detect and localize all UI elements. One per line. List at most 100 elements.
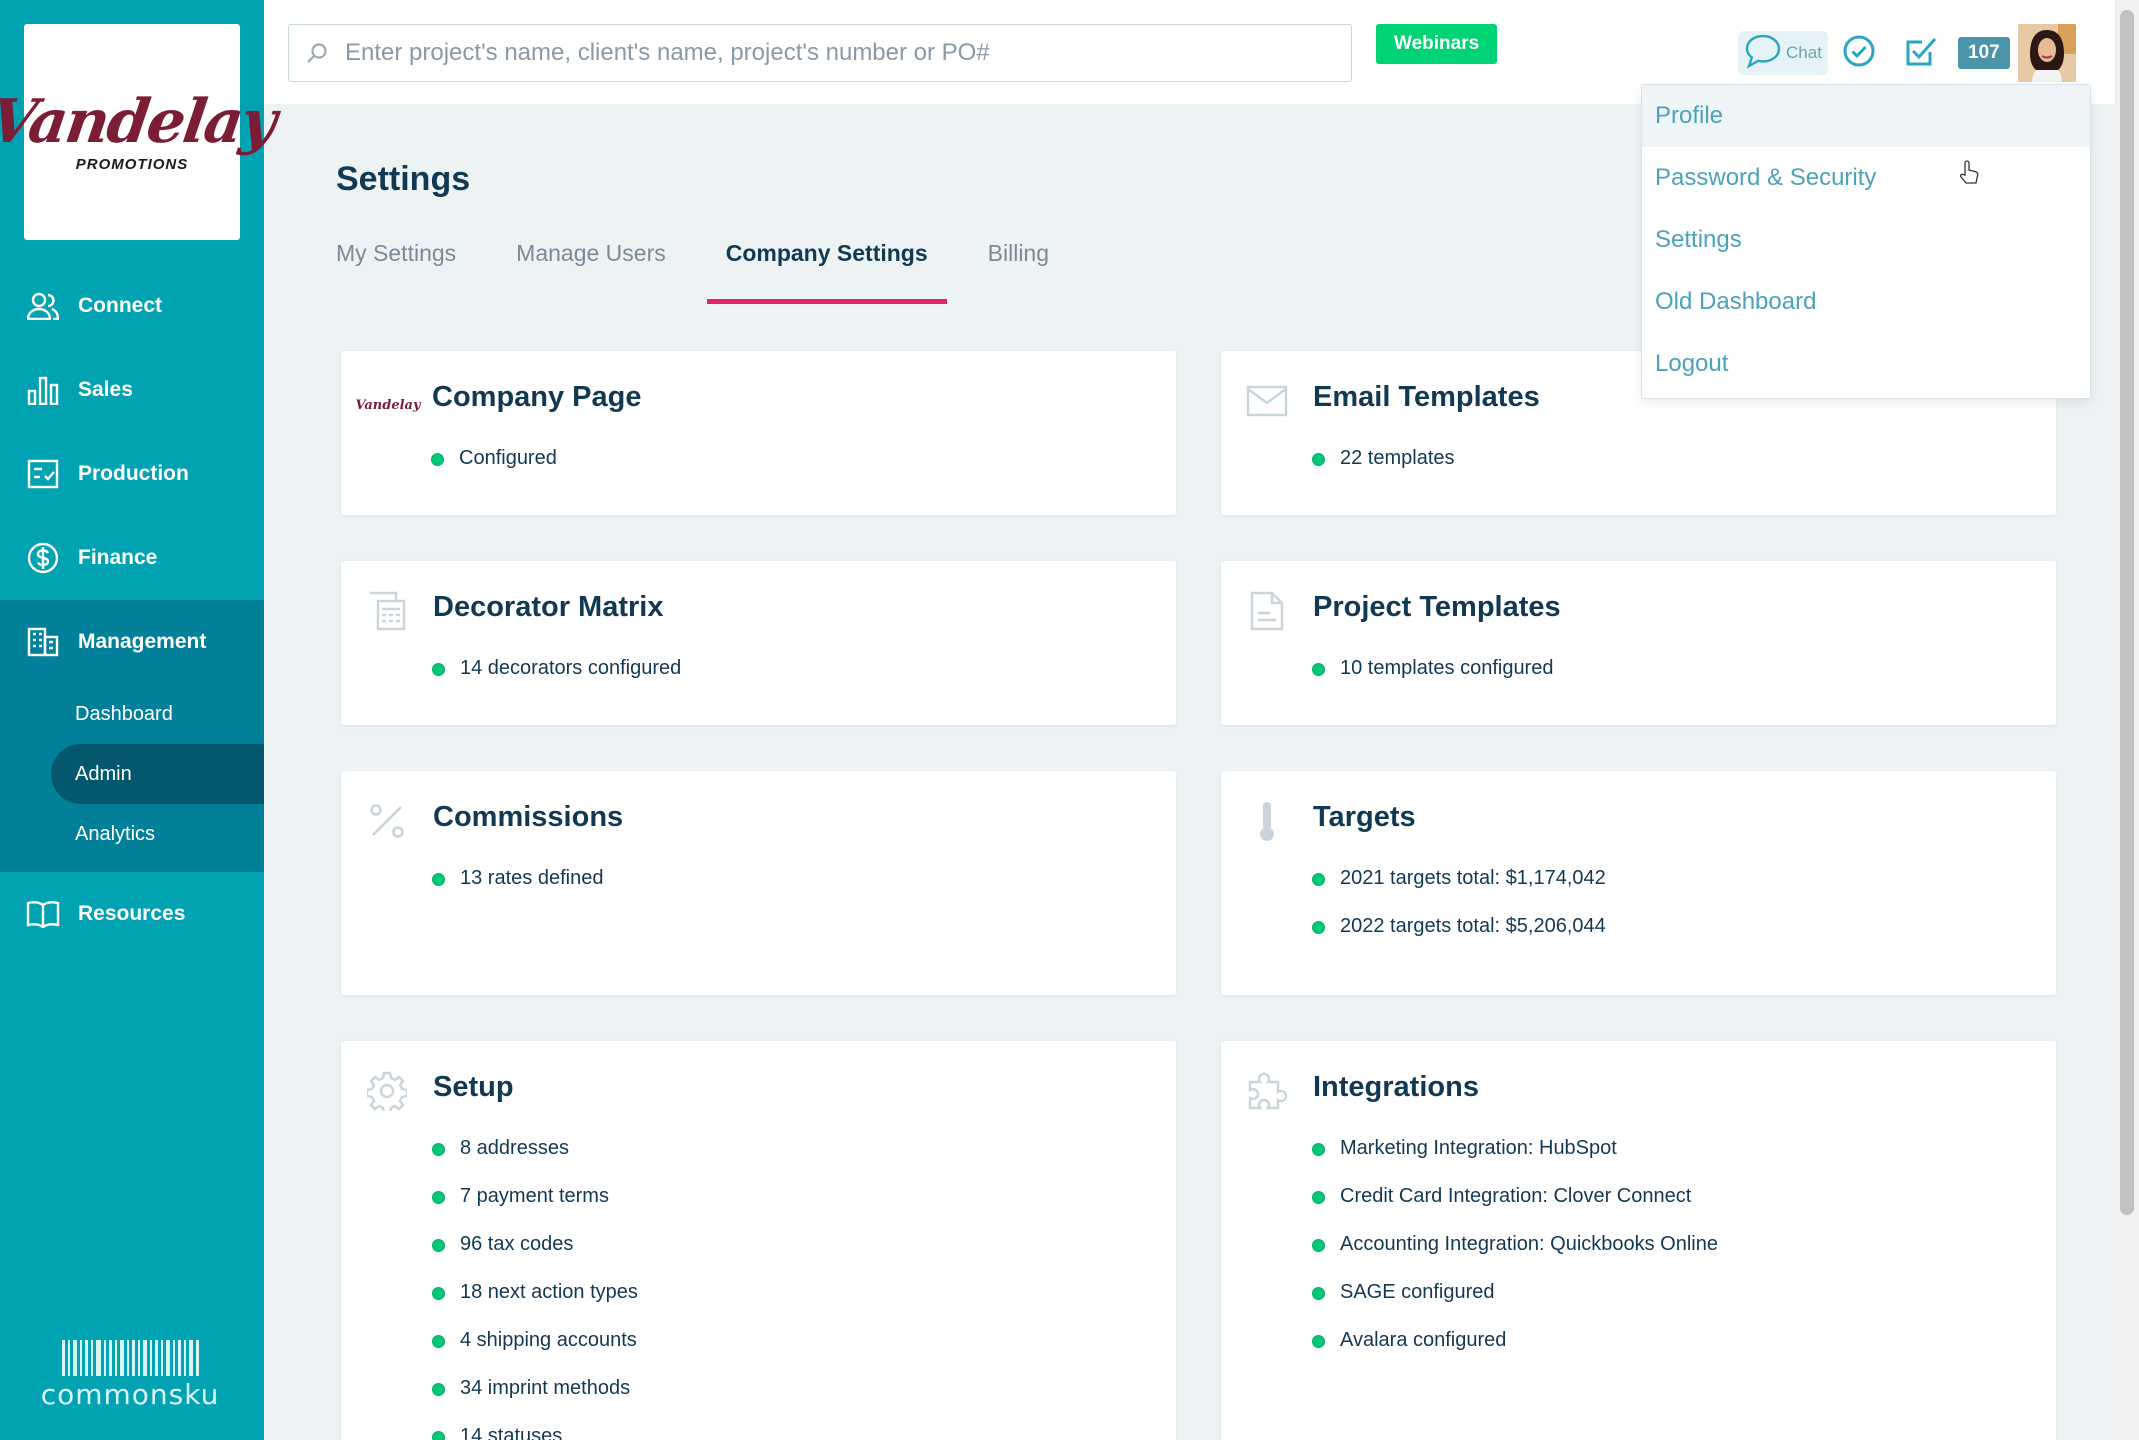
company-page-card[interactable]: Vandelay Company Page Configured — [341, 351, 1176, 515]
sidebar-item-resources[interactable]: Resources — [0, 872, 264, 956]
main-nav: Connect Sales Production Finance Managem… — [0, 264, 264, 956]
menu-item-old-dashboard[interactable]: Old Dashboard — [1642, 271, 2090, 333]
search-input[interactable] — [345, 25, 1351, 81]
webinars-button[interactable]: Webinars — [1376, 24, 1498, 64]
subnav-item-admin[interactable]: Admin — [51, 744, 264, 804]
company-logo-thumb: Vandelay — [355, 397, 421, 413]
menu-item-profile[interactable]: Profile — [1642, 85, 2090, 147]
card-title: Decorator Matrix — [433, 591, 664, 623]
commissions-card[interactable]: Commissions 13 rates defined — [341, 771, 1176, 995]
envelope-icon — [1245, 379, 1289, 423]
list-item: Credit Card Integration: Clover Connect — [1313, 1185, 1718, 1233]
sidebar-item-label: Production — [78, 462, 189, 485]
sidebar-item-label: Sales — [78, 378, 133, 401]
commonsku-wordmark: commonsku — [40, 1378, 220, 1411]
list-item: 22 templates — [1313, 447, 1455, 495]
avatar[interactable] — [2017, 24, 2076, 82]
list-item: 18 next action types — [433, 1281, 638, 1329]
settings-tabs: My Settings Manage Users Company Setting… — [336, 230, 1109, 304]
sidebar-item-sales[interactable]: Sales — [0, 348, 264, 432]
sidebar-item-production[interactable]: Production — [0, 432, 264, 516]
card-title: Company Page — [432, 381, 642, 413]
gear-icon — [365, 1069, 409, 1113]
management-subnav: Dashboard Admin Analytics — [0, 684, 264, 872]
integrations-card[interactable]: Integrations Marketing Integration: HubS… — [1221, 1041, 2056, 1440]
menu-item-settings[interactable]: Settings — [1642, 209, 2090, 271]
list-item: 34 imprint methods — [433, 1377, 638, 1425]
commonsku-logo[interactable]: commonsku — [41, 1340, 218, 1420]
users-icon — [26, 289, 60, 323]
list-item: Avalara configured — [1313, 1329, 1718, 1377]
chat-bubble-icon — [1744, 33, 1782, 74]
sidebar-item-finance[interactable]: Finance — [0, 516, 264, 600]
checklist-icon — [26, 457, 60, 491]
notification-badge[interactable]: 107 — [1958, 37, 2010, 69]
top-right-actions: Chat 107 — [1738, 22, 2076, 84]
chat-label: Chat — [1786, 43, 1822, 62]
percent-icon — [365, 799, 409, 843]
card-status-list: Marketing Integration: HubSpot Credit Ca… — [1313, 1137, 1718, 1377]
thermometer-icon — [1245, 799, 1289, 843]
profile-dropdown-menu: Profile Password & Security Settings Old… — [1641, 84, 2091, 399]
clock-check-button[interactable] — [1828, 22, 1890, 84]
calculator-icon — [365, 589, 409, 633]
list-item: 10 templates configured — [1313, 657, 1553, 705]
card-title: Project Templates — [1313, 591, 1561, 623]
barcode-icon — [61, 1340, 199, 1376]
menu-item-logout[interactable]: Logout — [1642, 333, 2090, 395]
card-title: Targets — [1313, 801, 1416, 833]
sidebar-item-connect[interactable]: Connect — [0, 264, 264, 348]
menu-item-password-security[interactable]: Password & Security — [1642, 147, 2090, 209]
subnav-item-analytics[interactable]: Analytics — [0, 804, 264, 864]
tasks-button[interactable] — [1890, 22, 1952, 84]
logo-wordmark: Vandelay — [0, 86, 280, 157]
sidebar-item-label: Finance — [78, 546, 158, 569]
sidebar: Vandelay PROMOTIONS Connect Sales Produc… — [0, 0, 279, 1440]
list-item: 14 decorators configured — [433, 657, 681, 705]
search-box — [288, 24, 1352, 82]
project-templates-card[interactable]: Project Templates 10 templates configure… — [1221, 561, 2056, 725]
subnav-item-dashboard[interactable]: Dashboard — [0, 684, 264, 744]
hand-cursor-icon — [1958, 160, 1980, 191]
tab-my-settings[interactable]: My Settings — [336, 230, 456, 304]
list-item: Marketing Integration: HubSpot — [1313, 1137, 1718, 1185]
decorator-matrix-card[interactable]: Decorator Matrix 14 decorators configure… — [341, 561, 1176, 725]
card-title: Integrations — [1313, 1071, 1479, 1103]
tab-manage-users[interactable]: Manage Users — [516, 230, 666, 304]
sidebar-item-label: Management — [78, 630, 207, 653]
task-check-icon — [1904, 34, 1938, 73]
card-status-list: 10 templates configured — [1313, 657, 1553, 705]
card-status-list: 22 templates — [1313, 447, 1455, 495]
bar-chart-icon — [26, 373, 60, 407]
card-status-list: 2021 targets total: $1,174,042 2022 targ… — [1313, 867, 1606, 963]
card-status-list: Configured — [432, 447, 557, 495]
company-logo[interactable]: Vandelay PROMOTIONS — [0, 24, 279, 240]
list-item: Accounting Integration: Quickbooks Onlin… — [1313, 1233, 1718, 1281]
list-item: 7 payment terms — [433, 1185, 638, 1233]
book-icon — [26, 897, 60, 931]
clock-check-icon — [1842, 34, 1876, 73]
logo-subtitle: PROMOTIONS — [75, 155, 189, 173]
list-item: 4 shipping accounts — [433, 1329, 638, 1377]
list-item: 14 statuses — [433, 1425, 638, 1440]
list-item: 2022 targets total: $5,206,044 — [1313, 915, 1606, 963]
card-status-list: 8 addresses 7 payment terms 96 tax codes… — [433, 1137, 638, 1440]
list-item: SAGE configured — [1313, 1281, 1718, 1329]
dollar-icon — [26, 541, 60, 575]
card-status-list: 13 rates defined — [433, 867, 603, 915]
card-title: Email Templates — [1313, 381, 1540, 413]
scrollbar-thumb[interactable] — [2120, 10, 2134, 1215]
list-item: 2021 targets total: $1,174,042 — [1313, 867, 1606, 915]
targets-card[interactable]: Targets 2021 targets total: $1,174,042 2… — [1221, 771, 2056, 995]
list-item: 96 tax codes — [433, 1233, 638, 1281]
chat-button[interactable]: Chat — [1738, 31, 1828, 75]
list-item: Configured — [432, 447, 557, 495]
tab-company-settings[interactable]: Company Settings — [706, 230, 947, 304]
page-scrollbar[interactable] — [2115, 0, 2139, 1440]
document-icon — [1245, 589, 1289, 633]
card-status-list: 14 decorators configured — [433, 657, 681, 705]
sidebar-item-management[interactable]: Management — [0, 600, 264, 684]
sidebar-item-label: Resources — [78, 902, 186, 925]
setup-card[interactable]: Setup 8 addresses 7 payment terms 96 tax… — [341, 1041, 1176, 1440]
tab-billing[interactable]: Billing — [988, 230, 1049, 304]
